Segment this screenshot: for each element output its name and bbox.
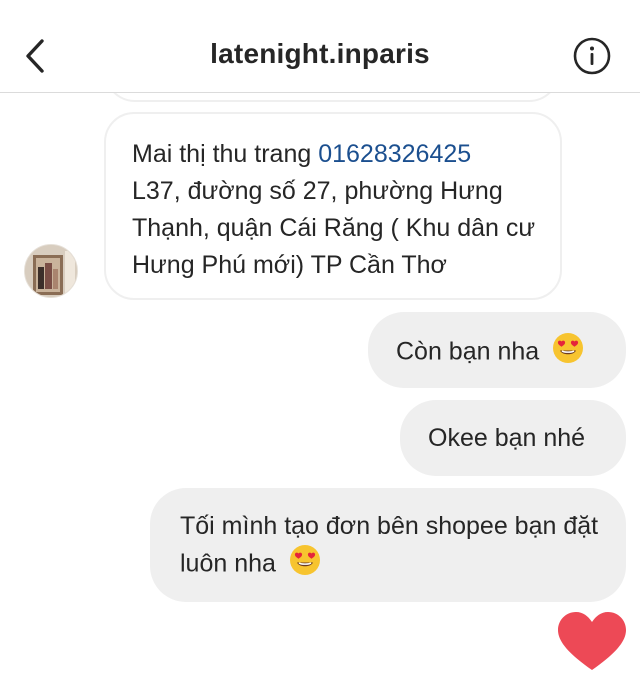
message-name: Mai thị thu trang xyxy=(132,140,312,168)
info-circle-icon xyxy=(573,37,611,75)
message-address: L37, đường số 27, phường Hưng Thạnh, quậ… xyxy=(132,177,536,279)
message-bubble-outgoing[interactable]: Còn bạn nha xyxy=(368,312,626,388)
phone-link[interactable]: 01628326425 xyxy=(318,140,471,168)
message-bubble-outgoing[interactable]: Okee bạn nhé xyxy=(400,400,626,476)
message-text: Okee bạn nhé xyxy=(428,424,586,452)
page-title[interactable]: latenight.inparis xyxy=(0,38,640,70)
message-bubble-incoming[interactable]: Mai thị thu trang 01628326425 L37, đường… xyxy=(104,112,562,300)
heart-eyes-emoji-icon xyxy=(552,332,584,374)
message-text: Tối mình tạo đơn bên shopee bạn đặt luôn… xyxy=(180,512,599,578)
message-text: Còn bạn nha xyxy=(396,337,540,366)
info-button[interactable] xyxy=(572,36,612,76)
heart-icon[interactable] xyxy=(556,612,628,672)
avatar[interactable] xyxy=(24,244,78,298)
message-thread: Mai thị thu trang 01628326425 L37, đường… xyxy=(0,0,640,670)
message-bubble-outgoing[interactable]: Tối mình tạo đơn bên shopee bạn đặt luôn… xyxy=(150,488,626,602)
avatar-photo xyxy=(25,245,77,297)
chat-header: latenight.inparis xyxy=(0,0,640,93)
heart-eyes-emoji-icon xyxy=(289,544,321,586)
